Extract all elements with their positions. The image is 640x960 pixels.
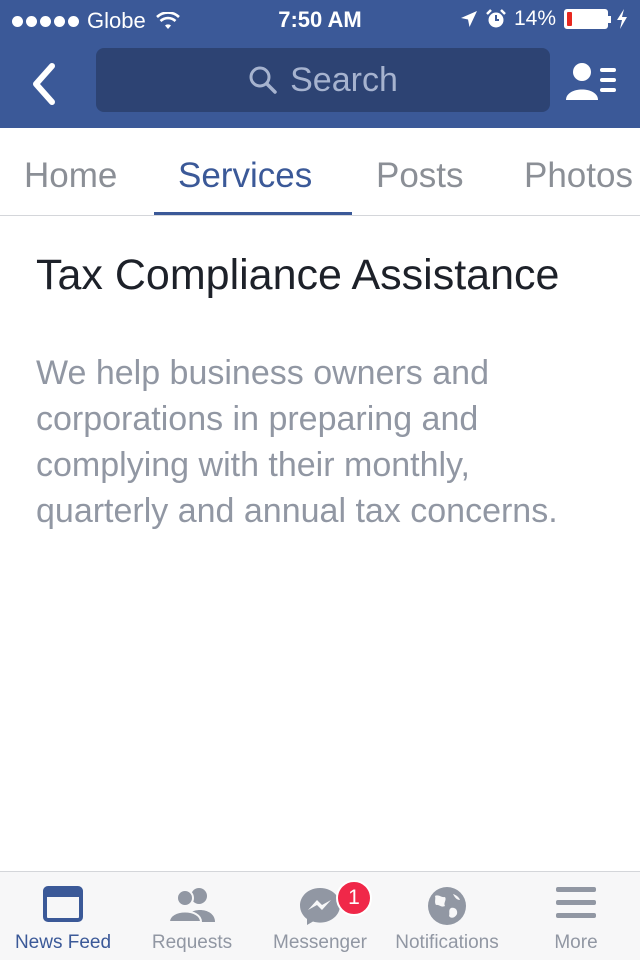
service-title: Tax Compliance Assistance	[36, 251, 560, 299]
search-placeholder: Search	[290, 60, 398, 99]
status-right: 14%	[460, 7, 628, 31]
bottom-tab-requests[interactable]: Requests	[128, 872, 256, 960]
service-detail: Tax Compliance Assistance We help busine…	[36, 246, 596, 534]
bottom-tab-news-feed[interactable]: News Feed	[0, 872, 126, 960]
active-tab-indicator	[154, 212, 352, 215]
battery-percent: 14%	[513, 7, 556, 30]
menu-icon	[556, 887, 596, 918]
tab-services[interactable]: Services	[178, 128, 312, 215]
bottom-tab-label: More	[554, 932, 598, 953]
requests-icon	[169, 888, 215, 922]
globe-icon	[428, 887, 466, 925]
charging-bolt-icon	[617, 9, 627, 29]
tab-photos[interactable]: Photos	[524, 128, 633, 215]
top-header: Globe 7:50 AM 14% Search	[0, 0, 640, 128]
battery-icon	[564, 9, 611, 29]
battery-level	[567, 12, 572, 26]
bottom-tab-label: Messenger	[273, 932, 367, 953]
messenger-icon	[300, 888, 340, 925]
location-arrow-icon	[460, 11, 477, 27]
search-bar[interactable]: Search	[96, 48, 550, 112]
bottom-tab-label: Requests	[151, 932, 233, 953]
service-description: We help business owners and corporations…	[36, 354, 558, 530]
tab-home[interactable]: Home	[24, 128, 117, 215]
page-tabs: Home Services Posts Photos	[0, 128, 640, 216]
bottom-tab-notifications[interactable]: Notifications	[384, 872, 510, 960]
bottom-tab-bar: News Feed Requests Messenger Notificatio…	[0, 871, 640, 960]
friends-list-icon[interactable]	[566, 60, 618, 104]
status-bar: Globe 7:50 AM 14%	[0, 0, 640, 40]
messenger-badge: 1	[336, 880, 372, 916]
alarm-icon	[486, 9, 506, 28]
news-feed-icon	[43, 886, 83, 922]
search-icon	[249, 66, 277, 94]
bottom-tab-label: News Feed	[14, 932, 112, 953]
nav-bar: Search	[0, 40, 640, 128]
back-button[interactable]	[26, 60, 66, 108]
bottom-tab-label: Notifications	[395, 932, 499, 953]
tab-posts[interactable]: Posts	[376, 128, 464, 215]
bottom-tab-more[interactable]: More	[512, 872, 640, 960]
